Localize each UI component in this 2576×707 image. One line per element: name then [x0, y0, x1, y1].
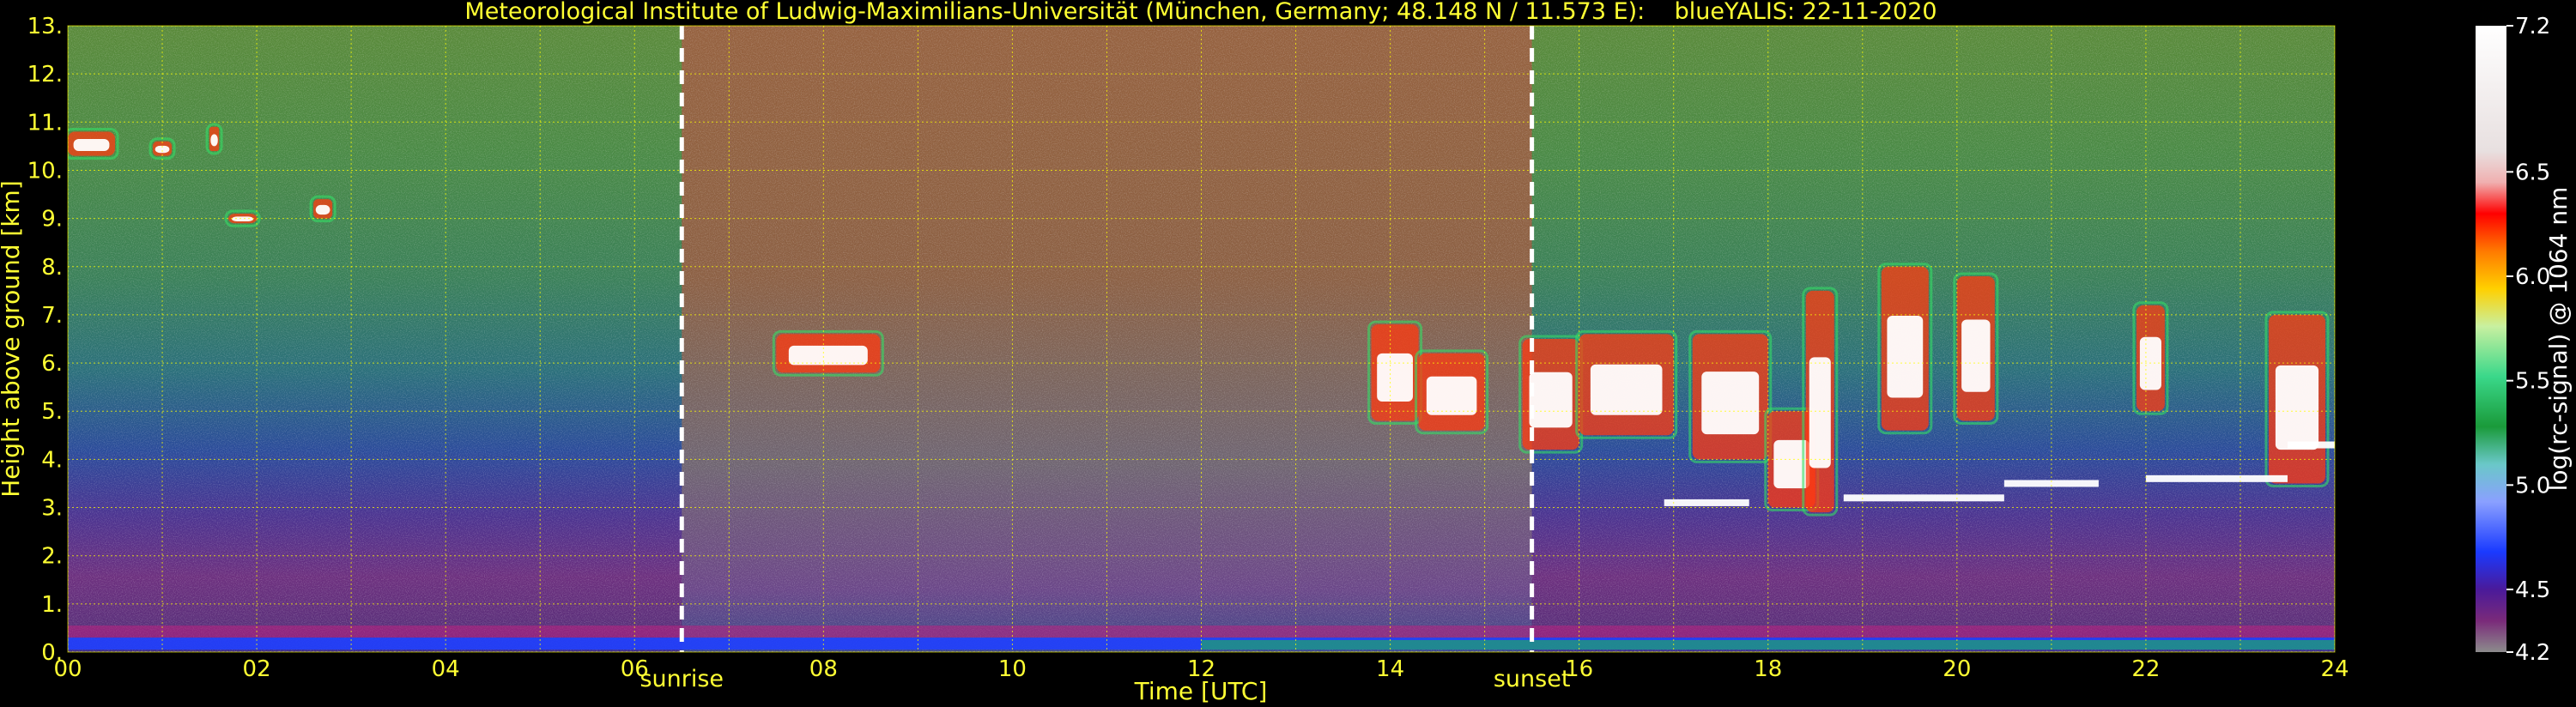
- cloud-core: [232, 216, 254, 221]
- thin-cloud-layer: [2287, 441, 2335, 449]
- cloud-core: [1529, 372, 1573, 428]
- cloud-core: [1701, 372, 1760, 435]
- y-axis-label: Height above ground [km]: [0, 180, 25, 498]
- colorbar-tick-label: 4.5: [2515, 577, 2550, 603]
- y-tick-label: 4.: [41, 447, 63, 473]
- x-tick-label: 14: [1376, 656, 1404, 682]
- x-tick-label: 02: [243, 656, 271, 682]
- sun-annotation-label: sunrise: [639, 666, 724, 692]
- y-tick-label: 2.: [41, 544, 63, 570]
- y-tick-label: 9.: [41, 207, 63, 233]
- y-tick-label: 3.: [41, 496, 63, 522]
- x-tick-labels: 00 02 04 06 08 10 12 14 16 18 20 22 24: [53, 656, 2349, 682]
- y-tick-label: 8.: [41, 255, 63, 281]
- y-tick-label: 1.: [41, 592, 63, 618]
- x-tick-label: 20: [1943, 656, 1971, 682]
- x-tick-label: 12: [1187, 656, 1215, 682]
- near-ground-layer: [68, 625, 2335, 650]
- cloud-core: [788, 345, 868, 366]
- cloud-core: [1426, 376, 1477, 415]
- x-tick-label: 10: [998, 656, 1027, 682]
- y-tick-label: 0.: [41, 640, 63, 666]
- y-tick-label: 11.: [27, 110, 63, 136]
- plot-area: [68, 26, 2335, 652]
- y-tick-label: 7.: [41, 303, 63, 329]
- x-tick-label: 22: [2131, 656, 2160, 682]
- cloud-core: [315, 204, 330, 215]
- colorbar-tick-label: 4.2: [2515, 640, 2550, 666]
- y-tick-label: 10.: [27, 158, 63, 184]
- y-tick-label: 6.: [41, 351, 63, 377]
- x-tick-label: 24: [2320, 656, 2349, 682]
- y-tick-label: 13.: [27, 14, 63, 39]
- lidar-heatmap-chart: Meteorological Institute of Ludwig-Maxim…: [0, 0, 2573, 705]
- sun-annotations: sunrise sunset: [639, 666, 1570, 692]
- thin-cloud-layer: [1843, 494, 2004, 502]
- colorbar: [2476, 26, 2506, 652]
- thin-cloud-layer: [2145, 474, 2288, 482]
- chart-title: Meteorological Institute of Ludwig-Maxim…: [464, 0, 1937, 25]
- x-tick-label: 08: [809, 656, 838, 682]
- colorbar-tick-label: 6.5: [2515, 160, 2550, 185]
- x-tick-label: 04: [432, 656, 460, 682]
- colorbar-tick-label: 7.2: [2515, 14, 2550, 39]
- colorbar-label: log(rc-signal) @ 1064 nm: [2544, 187, 2573, 492]
- cloud-core: [1961, 319, 1991, 392]
- cloud-core: [1809, 357, 1831, 468]
- x-tick-label: 18: [1754, 656, 1782, 682]
- y-tick-label: 5.: [41, 399, 63, 425]
- cloud-core: [210, 134, 218, 147]
- sun-annotation-label: sunset: [1494, 666, 1571, 692]
- y-tick-labels: 0. 1. 2. 3. 4. 5. 6. 7. 8. 9. 10. 11. 12. 13.: [27, 14, 63, 666]
- cloud-core: [1377, 353, 1413, 402]
- cloud-core: [1590, 364, 1663, 415]
- thin-cloud-layer: [1664, 499, 1749, 506]
- cloud-core: [1887, 316, 1924, 398]
- cloud-core: [2275, 365, 2319, 450]
- lidar-figure: Meteorological Institute of Ludwig-Maxim…: [0, 0, 2576, 707]
- y-tick-label: 12.: [27, 62, 63, 88]
- cloud-core: [73, 138, 110, 151]
- cloud-core: [2139, 336, 2161, 390]
